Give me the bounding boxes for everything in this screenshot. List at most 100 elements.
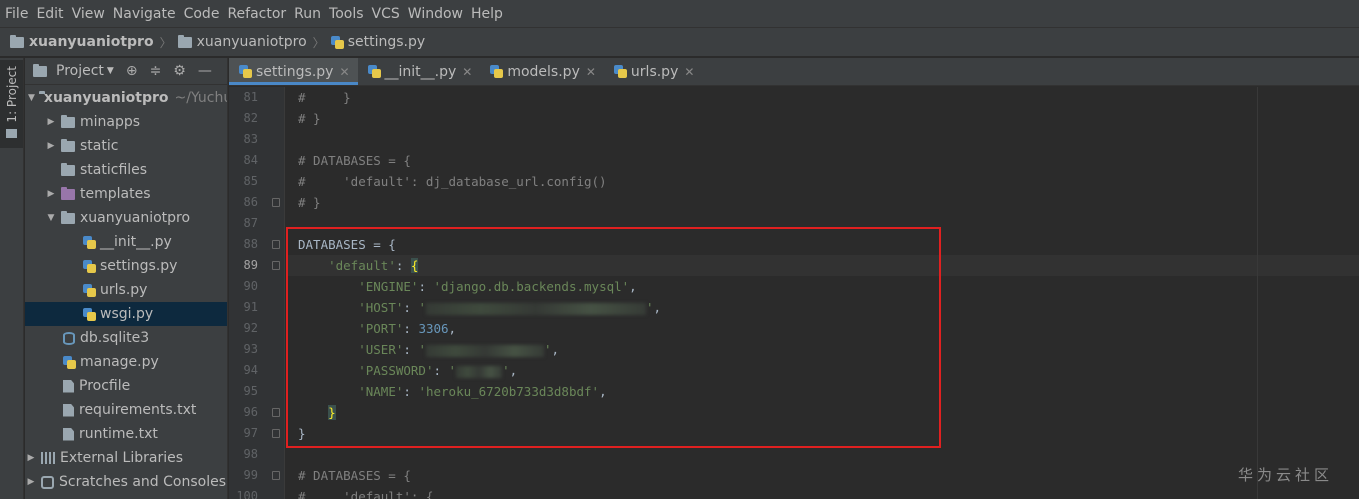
tree-item-manage-py[interactable]: manage.py [25,350,227,374]
expanded-arrow-icon[interactable]: ▼ [28,93,35,103]
fold-icon[interactable] [272,198,280,207]
code-line: # DATABASES = { [286,150,1359,171]
menu-code[interactable]: Code [184,6,220,22]
text-file-icon [63,379,74,393]
tree-item-label: db.sqlite3 [80,330,150,346]
tree-item-static[interactable]: ▶ static [25,134,227,158]
python-file-icon [239,65,252,78]
collapse-all-icon[interactable]: ≑ [150,63,162,79]
fold-icon[interactable] [272,240,280,249]
fold-icon[interactable] [272,471,280,480]
tree-item-runtime[interactable]: runtime.txt [25,422,227,446]
folder-icon [61,162,75,176]
tree-item-settings-py[interactable]: settings.py [25,254,227,278]
python-file-icon [83,235,96,249]
fold-icon[interactable] [272,261,280,270]
folder-icon [61,210,75,224]
tree-item-label: Procfile [79,378,131,394]
tree-item-procfile[interactable]: Procfile [25,374,227,398]
close-icon[interactable]: ✕ [586,65,596,79]
project-view-selector[interactable]: Project [56,63,104,79]
tree-item-project-root[interactable]: ▼ xuanyuaniotpro ~/Yuchu [25,86,228,110]
text-file-icon [63,403,74,417]
tree-item-requirements[interactable]: requirements.txt [25,398,227,422]
menu-refactor[interactable]: Refactor [227,6,286,22]
tree-item-init-py[interactable]: __init__.py [25,230,227,254]
collapsed-arrow-icon[interactable]: ▶ [45,117,57,127]
tab-models-py[interactable]: models.py ✕ [480,58,604,85]
expanded-arrow-icon[interactable]: ▼ [45,213,57,223]
folder-icon [10,34,24,48]
line-number-gutter[interactable]: 81 82 83 84 85 86 87 88 89 90 91 92 93 9… [229,87,285,499]
tree-item-external-libraries[interactable]: ▶ External Libraries [25,446,227,470]
tree-item-db-sqlite3[interactable]: db.sqlite3 [25,326,227,350]
close-icon[interactable]: ✕ [462,65,472,79]
tree-item-urls-py[interactable]: urls.py [25,278,227,302]
line-number-text: 96 [243,405,258,419]
tree-item-label: xuanyuaniotpro [80,210,191,226]
line-number: 93 [243,342,258,356]
collapsed-arrow-icon[interactable]: ▶ [45,141,57,151]
breadcrumb-project[interactable]: xuanyuaniotpro [10,34,154,50]
tab-urls-py[interactable]: urls.py ✕ [604,58,703,85]
tree-item-path: ~/Yuchu [174,90,228,106]
tree-item-label: __init__.py [100,234,172,250]
tree-item-wsgi-py[interactable]: wsgi.py [25,302,227,326]
python-file-icon [83,259,96,273]
tree-item-templates[interactable]: ▶ templates [25,182,227,206]
watermark: 华为云社区 [1238,466,1334,484]
text-file-icon [63,427,74,441]
line-number: 84 [243,153,258,167]
line-number: 81 [243,90,258,104]
folder-icon [177,34,192,48]
line-number: 90 [243,279,258,293]
close-icon[interactable]: ✕ [684,65,694,79]
menu-edit[interactable]: Edit [36,6,63,22]
tree-item-label: External Libraries [60,450,183,466]
breadcrumb-separator-icon: 〉 [159,35,172,50]
tree-item-package[interactable]: ▼ xuanyuaniotpro [25,206,227,230]
tree-item-scratches[interactable]: ▶ Scratches and Consoles [25,470,227,494]
gear-icon[interactable]: ⚙ [173,63,186,79]
fold-icon[interactable] [272,408,280,417]
tree-item-staticfiles[interactable]: staticfiles [25,158,227,182]
fold-icon[interactable] [272,429,280,438]
comment-text: # 'default': { [298,489,434,499]
tree-item-label: Scratches and Consoles [59,474,226,490]
menu-help[interactable]: Help [471,6,503,22]
chevron-down-icon[interactable]: ▼ [107,66,114,76]
menu-tools[interactable]: Tools [329,6,364,22]
tree-item-minapps[interactable]: ▶ minapps [25,110,227,134]
project-tool-tab[interactable]: 1: Project [0,60,23,148]
tab-label: __init__.py [384,63,457,80]
tab-settings-py[interactable]: settings.py ✕ [229,58,358,85]
line-number: 86 [229,192,284,213]
tree-item-label: settings.py [100,258,178,274]
tab-label: models.py [507,63,580,80]
breadcrumb-package-label: xuanyuaniotpro [196,34,307,50]
minimize-icon[interactable]: — [198,63,212,79]
project-tree: ▼ xuanyuaniotpro ~/Yuchu ▶ minapps ▶ sta… [25,86,228,494]
collapsed-arrow-icon[interactable]: ▶ [25,453,37,463]
breadcrumb-package[interactable]: xuanyuaniotpro [177,34,307,50]
menu-file[interactable]: File [5,6,28,22]
templates-folder-icon [61,186,75,200]
code-line: # DATABASES = { [286,465,1359,486]
breadcrumb-file[interactable]: settings.py [330,34,425,50]
python-file-icon [63,355,76,369]
menu-run[interactable]: Run [294,6,321,22]
tab-init-py[interactable]: __init__.py ✕ [358,58,481,85]
menu-vcs[interactable]: VCS [372,6,400,22]
code-line: # 'default': { [286,486,1359,499]
menu-view[interactable]: View [72,6,105,22]
close-icon[interactable]: ✕ [339,65,349,79]
collapsed-arrow-icon[interactable]: ▶ [25,477,37,487]
locate-icon[interactable]: ⊕ [126,63,138,79]
menu-navigate[interactable]: Navigate [113,6,176,22]
scratches-icon [41,475,54,489]
tree-item-label: manage.py [80,354,159,370]
collapsed-arrow-icon[interactable]: ▶ [45,189,57,199]
menu-bar: File Edit View Navigate Code Refactor Ru… [0,0,1359,28]
menu-window[interactable]: Window [408,6,463,22]
